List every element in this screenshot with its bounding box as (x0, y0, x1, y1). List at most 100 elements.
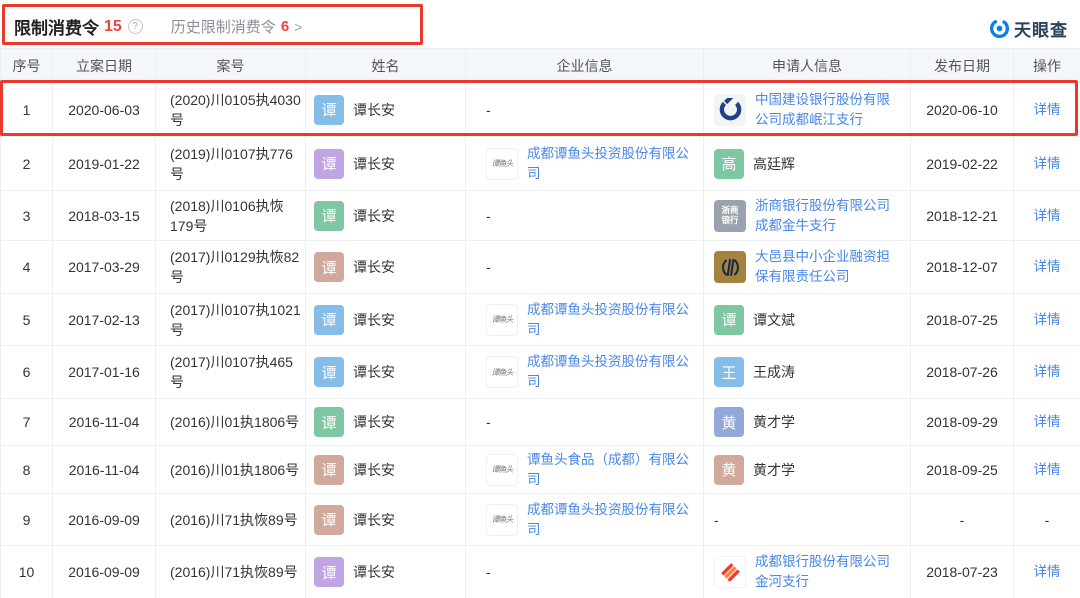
cell-serial: 5 (0, 293, 53, 346)
applicant-avatar: 黄 (714, 454, 744, 485)
cell-serial: 7 (0, 398, 53, 446)
person-name: 谭长安 (353, 511, 395, 528)
person-avatar: 谭 (314, 407, 344, 437)
applicant-company-link[interactable]: 成都银行股份有限公司金河支行 (755, 552, 902, 591)
applicant-wrap: 浙商 银行 浙商银行股份有限公司成都金牛支行 (714, 196, 902, 235)
applicant-company-link[interactable]: 中国建设银行股份有限公司成都岷江支行 (755, 90, 902, 129)
cell-case-number: (2017)川0129执恢82号 (155, 240, 306, 294)
cell-case-number: (2017)川0107执465号 (155, 345, 306, 399)
cell-company-info: - (465, 398, 704, 446)
cell-publish-date: - (910, 493, 1014, 546)
dayi-guarantee-logo (714, 251, 746, 283)
cell-case-number: (2018)川0106执恢179号 (155, 190, 306, 241)
applicant-company-link[interactable]: 大邑县中小企业融资担保有限责任公司 (755, 247, 902, 286)
company-link[interactable]: 成都谭鱼头投资股份有限公司 (527, 500, 695, 539)
cell-action: 详情 (1013, 136, 1080, 191)
company-link[interactable]: 成都谭鱼头投资股份有限公司 (527, 144, 695, 183)
cell-filing-date: 2019-01-22 (52, 136, 156, 191)
cell-company-info: - (465, 82, 704, 137)
cell-filing-date: 2018-03-15 (52, 190, 156, 241)
table-row: 4 2017-03-29 (2017)川0129执恢82号谭谭长安 - 大邑县中小企业融… (0, 240, 1080, 294)
applicant-avatar: 高 (714, 148, 744, 179)
cell-case-number: (2016)川01执1806号 (155, 445, 306, 494)
cell-company-info: - (465, 190, 704, 241)
column-header-1: 立案日期 (52, 48, 156, 83)
person-wrap: 谭谭长安 (314, 454, 465, 485)
cell-applicant-info: 浙商 银行 浙商银行股份有限公司成都金牛支行 (703, 190, 911, 241)
cell-case-number: (2016)川71执恢89号 (155, 493, 306, 546)
cell-applicant-info: 谭谭文斌 (703, 293, 911, 346)
person-wrap: 谭谭长安 (314, 148, 465, 179)
cell-publish-date: 2018-09-29 (910, 398, 1014, 446)
history-link-label: 历史限制消费令 (170, 19, 276, 36)
cell-serial: 8 (0, 445, 53, 494)
column-header-3: 姓名 (305, 48, 466, 83)
cell-applicant-info: 黄黄才学 (703, 398, 911, 446)
cell-filing-date: 2016-11-04 (52, 445, 156, 494)
cell-person-name: 谭谭长安 (305, 240, 466, 294)
applicant-name: 谭文斌 (753, 311, 795, 328)
cell-applicant-info: 成都银行股份有限公司金河支行 (703, 545, 911, 598)
detail-link[interactable]: 详情 (1034, 462, 1061, 477)
applicant-wrap: 谭谭文斌 (714, 304, 902, 335)
applicant-company-link[interactable]: 浙商银行股份有限公司成都金牛支行 (755, 196, 902, 235)
cell-person-name: 谭谭长安 (305, 398, 466, 446)
person-wrap: 谭谭长安 (314, 407, 465, 437)
cell-action: 详情 (1013, 293, 1080, 346)
company-link[interactable]: 成都谭鱼头投资股份有限公司 (527, 352, 695, 391)
cell-person-name: 谭谭长安 (305, 345, 466, 399)
detail-link[interactable]: 详情 (1034, 102, 1061, 117)
cell-company-info: - (465, 545, 704, 598)
cell-serial: 3 (0, 190, 53, 241)
help-icon[interactable]: ? (127, 19, 143, 34)
applicant-name: 黄才学 (753, 461, 795, 478)
detail-link[interactable]: 详情 (1034, 414, 1061, 429)
cell-company-info: 谭鱼头 成都谭鱼头投资股份有限公司 (465, 345, 704, 399)
applicant-name: 王成涛 (753, 364, 795, 380)
company-wrap: 谭鱼头 成都谭鱼头投资股份有限公司 (486, 352, 695, 391)
cell-filing-date: 2017-03-29 (52, 240, 156, 294)
cell-action: 详情 (1013, 190, 1080, 241)
cell-action: - (1013, 493, 1080, 546)
person-avatar: 谭 (314, 357, 344, 387)
consumption-restriction-page: 限制消费令 15 ? 历史限制消费令 6 > 天眼查 序号 立案日期 案号 姓名 企业信… (0, 0, 1080, 598)
restriction-orders-table: 序号 立案日期 案号 姓名 企业信息 申请人信息 发布日期 操作 1 2020-06-03 (20… (0, 48, 1080, 598)
detail-link[interactable]: 详情 (1034, 208, 1061, 223)
cell-person-name: 谭谭长安 (305, 136, 466, 191)
cell-person-name: 谭谭长安 (305, 545, 466, 598)
company-link[interactable]: 成都谭鱼头投资股份有限公司 (527, 300, 695, 339)
cell-person-name: 谭谭长安 (305, 190, 466, 241)
cell-person-name: 谭谭长安 (305, 82, 466, 137)
page-title: 限制消费令 (14, 19, 99, 38)
chevron-right-icon: > (294, 18, 303, 35)
company-link[interactable]: 谭鱼头食品（成都）有限公司 (527, 450, 695, 489)
detail-link[interactable]: 详情 (1034, 312, 1061, 327)
cell-company-info: 谭鱼头 成都谭鱼头投资股份有限公司 (465, 293, 704, 346)
cell-publish-date: 2018-12-07 (910, 240, 1014, 294)
person-name: 谭长安 (353, 311, 395, 328)
brand-logo[interactable]: 天眼查 (989, 16, 1068, 41)
cell-filing-date: 2016-09-09 (52, 493, 156, 546)
brand-name: 天眼查 (1014, 21, 1068, 40)
detail-link[interactable]: 详情 (1034, 364, 1061, 379)
applicant-name: 高廷辉 (753, 155, 795, 172)
cell-case-number: (2020)川0105执4030号 (155, 82, 306, 137)
cell-person-name: 谭谭长安 (305, 445, 466, 494)
cell-serial: 4 (0, 240, 53, 294)
person-name: 谭长安 (353, 564, 395, 580)
person-name: 谭长安 (353, 414, 395, 430)
cell-action: 详情 (1013, 345, 1080, 399)
detail-link[interactable]: 详情 (1034, 564, 1061, 579)
person-name: 谭长安 (353, 259, 395, 275)
history-restriction-link[interactable]: 历史限制消费令 6 > (171, 16, 303, 37)
applicant-name: 黄才学 (753, 414, 795, 430)
applicant-wrap: 中国建设银行股份有限公司成都岷江支行 (714, 90, 902, 129)
company-wrap: 谭鱼头 成都谭鱼头投资股份有限公司 (486, 144, 695, 183)
detail-link[interactable]: 详情 (1034, 156, 1061, 171)
cell-company-info: 谭鱼头 成都谭鱼头投资股份有限公司 (465, 136, 704, 191)
person-name: 谭长安 (353, 364, 395, 380)
detail-link[interactable]: 详情 (1034, 259, 1061, 274)
table-row: 3 2018-03-15 (2018)川0106执恢179号谭谭长安 - 浙商 银行 浙商银… (0, 190, 1080, 241)
cell-case-number: (2017)川0107执1021号 (155, 293, 306, 346)
applicant-avatar: 谭 (714, 304, 744, 335)
